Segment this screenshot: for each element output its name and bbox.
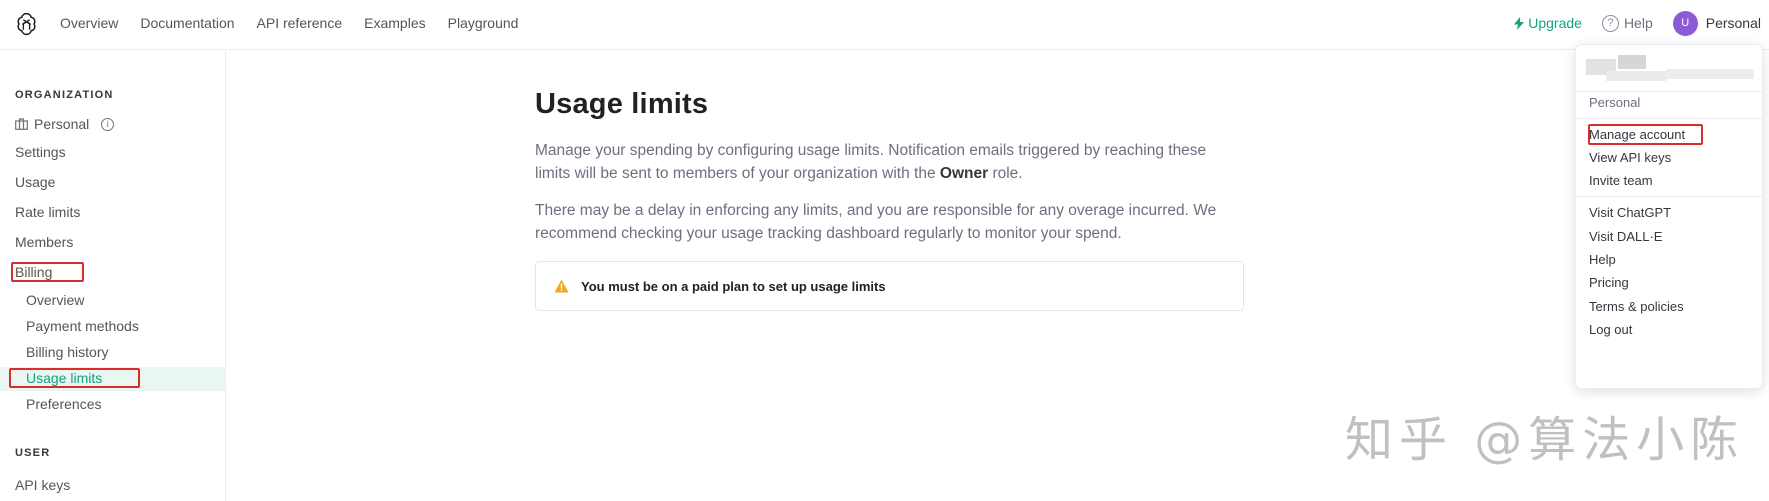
organization-section-label: ORGANIZATION	[15, 89, 114, 101]
sidebar-item-settings[interactable]: Settings	[15, 144, 66, 160]
sidebar-item-usage[interactable]: Usage	[15, 174, 55, 190]
top-nav: Overview Documentation API reference Exa…	[0, 0, 1769, 50]
sidebar-subitem-payment-methods[interactable]: Payment methods	[26, 318, 139, 334]
briefcase-icon	[15, 118, 28, 130]
account-dropdown-menu: Personal Manage account View API keys In…	[1575, 44, 1763, 389]
sidebar-subitem-overview[interactable]: Overview	[26, 292, 84, 308]
menu-item-visit-chatgpt[interactable]: Visit ChatGPT	[1589, 205, 1671, 220]
avatar: U	[1672, 10, 1698, 36]
billing-highlight-box	[11, 262, 84, 282]
openai-logo-icon[interactable]	[14, 11, 39, 36]
info-icon[interactable]: i	[101, 117, 115, 131]
sidebar-item-rate-limits[interactable]: Rate limits	[15, 204, 80, 220]
help-icon: ?	[1601, 14, 1619, 32]
menu-item-help[interactable]: Help	[1589, 252, 1616, 267]
menu-item-terms-policies[interactable]: Terms & policies	[1589, 299, 1684, 314]
menu-divider	[1576, 196, 1762, 197]
usage-limits-highlight-box	[9, 368, 140, 388]
menu-org-label: Personal	[1589, 95, 1641, 110]
sidebar-subitem-billing-history[interactable]: Billing history	[26, 344, 108, 360]
help-button[interactable]: ? Help	[1601, 14, 1653, 32]
nav-playground[interactable]: Playground	[448, 15, 519, 31]
upgrade-label: Upgrade	[1528, 15, 1582, 31]
lightning-icon	[1514, 16, 1525, 30]
org-name: Personal	[34, 116, 90, 132]
warning-icon	[554, 279, 569, 293]
sidebar-item-api-keys[interactable]: API keys	[15, 477, 70, 493]
user-section-label: USER	[15, 447, 51, 459]
nav-api-reference[interactable]: API reference	[257, 15, 343, 31]
menu-item-view-api-keys[interactable]: View API keys	[1589, 150, 1671, 165]
nav-examples[interactable]: Examples	[364, 15, 425, 31]
page-title: Usage limits	[535, 88, 709, 120]
main-content: Usage limits Manage your spending by con…	[535, 88, 1245, 311]
help-label: Help	[1623, 15, 1653, 31]
sidebar-item-members[interactable]: Members	[15, 234, 73, 250]
nav-documentation[interactable]: Documentation	[140, 15, 234, 31]
sidebar-subitem-preferences[interactable]: Preferences	[26, 396, 101, 412]
menu-item-invite-team[interactable]: Invite team	[1589, 173, 1653, 188]
account-label: Personal	[1705, 15, 1761, 31]
menu-item-visit-dalle[interactable]: Visit DALL·E	[1589, 229, 1662, 244]
menu-divider	[1576, 91, 1762, 92]
account-menu-button[interactable]: U Personal	[1672, 10, 1761, 36]
description-paragraph-2: There may be a delay in enforcing any li…	[535, 202, 1217, 242]
sidebar: ORGANIZATION Personal i Settings Usage R…	[0, 50, 226, 501]
description-paragraph-1: Manage your spending by configuring usag…	[535, 142, 1207, 182]
owner-role-text: Owner	[939, 165, 989, 182]
paid-plan-notice: You must be on a paid plan to set up usa…	[535, 261, 1244, 311]
upgrade-button[interactable]: Upgrade	[1514, 15, 1582, 31]
blurred-user-info	[1586, 55, 1754, 81]
manage-account-highlight-box	[1588, 124, 1703, 145]
watermark-text: 知乎 @算法小陈	[1345, 412, 1745, 468]
menu-item-log-out[interactable]: Log out	[1589, 322, 1632, 337]
menu-divider	[1576, 118, 1762, 119]
notice-text: You must be on a paid plan to set up usa…	[581, 278, 886, 294]
nav-overview[interactable]: Overview	[60, 15, 118, 31]
org-selector[interactable]: Personal i	[15, 116, 115, 132]
menu-item-pricing[interactable]: Pricing	[1589, 275, 1629, 290]
